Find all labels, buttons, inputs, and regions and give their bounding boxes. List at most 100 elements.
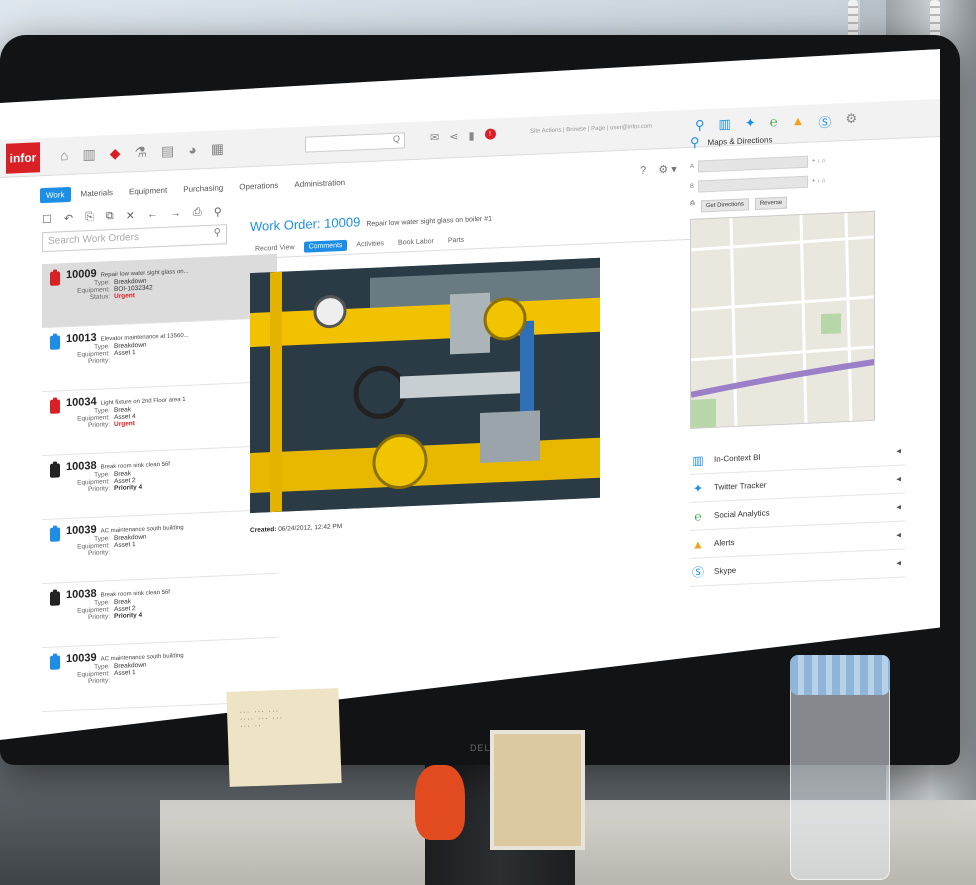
infor-logo[interactable]: infor [6, 142, 40, 173]
module-tabs: Work Materials Equipment Purchasing Oper… [40, 175, 351, 204]
settings-menu-icon[interactable]: ⚙ ▾ [658, 163, 676, 176]
home-icon[interactable]: ⌂ [60, 147, 68, 164]
work-order-item[interactable]: 10013 Elevator maintenance at 13560... Ty… [42, 318, 277, 392]
tab-equipment[interactable]: Equipment [123, 182, 173, 199]
pipes-illustration [250, 258, 600, 513]
search-icon[interactable]: ⚲ [214, 227, 221, 238]
jar-lid [790, 655, 890, 695]
tab-record-view[interactable]: Record View [250, 242, 300, 255]
maps-title: Maps & Directions [707, 134, 773, 147]
map-pin-icon: ⚲ [690, 134, 700, 150]
back-icon[interactable]: ← [147, 208, 158, 221]
work-order-detail: Work Order: 10009 Repair low water sight … [250, 200, 690, 534]
priority-value: Priority 4 [114, 483, 143, 493]
priority-label: Priority: [87, 549, 110, 558]
forward-icon[interactable]: → [170, 207, 181, 220]
work-order-subtitle: Repair low water sight glass on boiler #… [366, 215, 492, 229]
new-icon[interactable]: ☐ [42, 213, 52, 226]
clipboard-icon [50, 399, 60, 413]
undo-icon[interactable]: ↶ [64, 212, 73, 225]
tab-book-labor[interactable]: Book Labor [393, 236, 439, 249]
pie-icon[interactable]: ◕ [188, 141, 196, 158]
map-view[interactable] [690, 211, 875, 429]
alert-icon: ▲ [692, 536, 704, 552]
reverse-button[interactable]: Reverse [755, 197, 787, 210]
mail-icon[interactable]: ✉ [430, 131, 439, 144]
chevron-left-icon[interactable]: ◀ [896, 476, 901, 483]
print-icon[interactable]: ⎙ [690, 201, 695, 213]
address-b-row: B + ↓ ⌂ [690, 171, 905, 192]
share-icon[interactable]: ⋖ [449, 130, 458, 143]
status-value: Urgent [114, 292, 135, 301]
widget-label: Twitter Tracker [714, 480, 767, 492]
tab-materials[interactable]: Materials [75, 185, 119, 202]
clipboard-icon [50, 335, 60, 349]
work-order-item[interactable]: 10038 Break room sink clean 56f Type: Brea… [42, 446, 277, 520]
widget-label: Alerts [714, 537, 735, 548]
help-settings: ? ⚙ ▾ [640, 162, 677, 177]
chevron-left-icon[interactable]: ◀ [896, 560, 901, 567]
close-icon[interactable]: ✕ [126, 209, 135, 222]
get-directions-button[interactable]: Get Directions [701, 198, 749, 212]
search-placeholder: Search Work Orders [48, 231, 139, 247]
chevron-left-icon[interactable]: ◀ [896, 532, 901, 539]
flask-icon[interactable]: ⚗ [134, 144, 147, 162]
work-order-item[interactable]: 10009 Repair low water sight glass on... … [42, 254, 277, 328]
photo-frame [490, 730, 585, 850]
copy-icon[interactable]: ⎘ [85, 211, 94, 224]
add-icon[interactable]: + ↓ ⌂ [812, 158, 825, 165]
tab-parts[interactable]: Parts [443, 235, 469, 247]
help-icon[interactable]: ? [640, 165, 646, 177]
equipment-value: Asset 1 [114, 669, 136, 678]
work-order-item[interactable]: 10038 Break room sink clean 56f Type: Brea… [42, 574, 277, 648]
chat-icon[interactable]: ▮ [468, 129, 474, 142]
message-icons: ✉ ⋖ ▮ ! [430, 128, 496, 144]
map-roads [691, 212, 875, 429]
address-b-label: B [690, 183, 695, 190]
tab-operations[interactable]: Operations [233, 178, 284, 195]
clipboard-icon [50, 463, 60, 477]
list-toolbar: ☐ ↶ ⎘ ⧉ ✕ ← → ⎙ ⚲ [42, 203, 277, 226]
priority-label: Priority: [87, 357, 110, 366]
add-icon[interactable]: + ↓ ⌂ [812, 178, 825, 185]
document-icon[interactable]: ▤ [161, 142, 174, 160]
notification-badge[interactable]: ! [485, 128, 496, 139]
chevron-left-icon[interactable]: ◀ [896, 448, 901, 455]
priority-label: Priority: [87, 421, 110, 430]
search-work-orders-input[interactable]: Search Work Orders ⚲ [42, 224, 227, 252]
tab-activities[interactable]: Activities [351, 238, 389, 251]
bi-chart-icon: ▥ [692, 452, 704, 468]
report-icon[interactable]: ▦ [211, 140, 224, 158]
work-order-item[interactable]: 10034 Light fixture on 2nd Floor area 1 T… [42, 382, 277, 456]
chevron-left-icon[interactable]: ◀ [896, 504, 901, 511]
direction-buttons: ⎙ Get Directions Reverse [690, 191, 905, 212]
zoom-icon[interactable]: ⚲ [214, 205, 222, 218]
work-order-list-panel: ☐ ↶ ⎘ ⧉ ✕ ← → ⎙ ⚲ Search Work Orders ⚲ 1… [42, 203, 277, 733]
tab-purchasing[interactable]: Purchasing [177, 180, 229, 197]
address-a-row: A + ↓ ⌂ [690, 151, 905, 172]
global-search-input[interactable]: Q [305, 132, 405, 152]
created-info: Created: 06/24/2012, 12:42 PM [250, 508, 690, 534]
clipboard-icon [50, 591, 60, 605]
widget-label: Social Analytics [714, 508, 770, 520]
equipment-photo [250, 258, 600, 513]
chart-icon[interactable]: ▥ [82, 146, 95, 164]
created-label: Created: [250, 525, 277, 535]
address-b-input[interactable] [698, 176, 808, 193]
tab-work[interactable]: Work [40, 187, 71, 203]
widget-list: ▥ In-Context BI ◀ ✦ Twitter Tracker ◀ ℮ … [690, 437, 905, 586]
site-links[interactable]: Site Actions | Browse | Page | user@info… [530, 124, 652, 135]
equipment-value: Asset 1 [114, 541, 136, 550]
shield-icon[interactable]: ◆ [110, 145, 121, 162]
equipment-value: Asset 1 [114, 349, 136, 358]
tab-administration[interactable]: Administration [288, 175, 351, 193]
skype-icon: Ⓢ [691, 565, 704, 580]
address-a-input[interactable] [698, 156, 808, 173]
print-icon[interactable]: ⎙ [193, 206, 202, 219]
tab-comments[interactable]: Comments [304, 240, 348, 253]
work-order-item[interactable]: 10039 AC maintenance south building Type:… [42, 510, 277, 584]
duplicate-icon[interactable]: ⧉ [106, 210, 114, 223]
screen: infor ⌂ ▥ ◆ ⚗ ▤ ◕ ▦ Q ✉ ⋖ ▮ ! Site Actio… [0, 49, 940, 740]
priority-value: Urgent [114, 420, 135, 429]
clipboard-icon [50, 271, 60, 285]
